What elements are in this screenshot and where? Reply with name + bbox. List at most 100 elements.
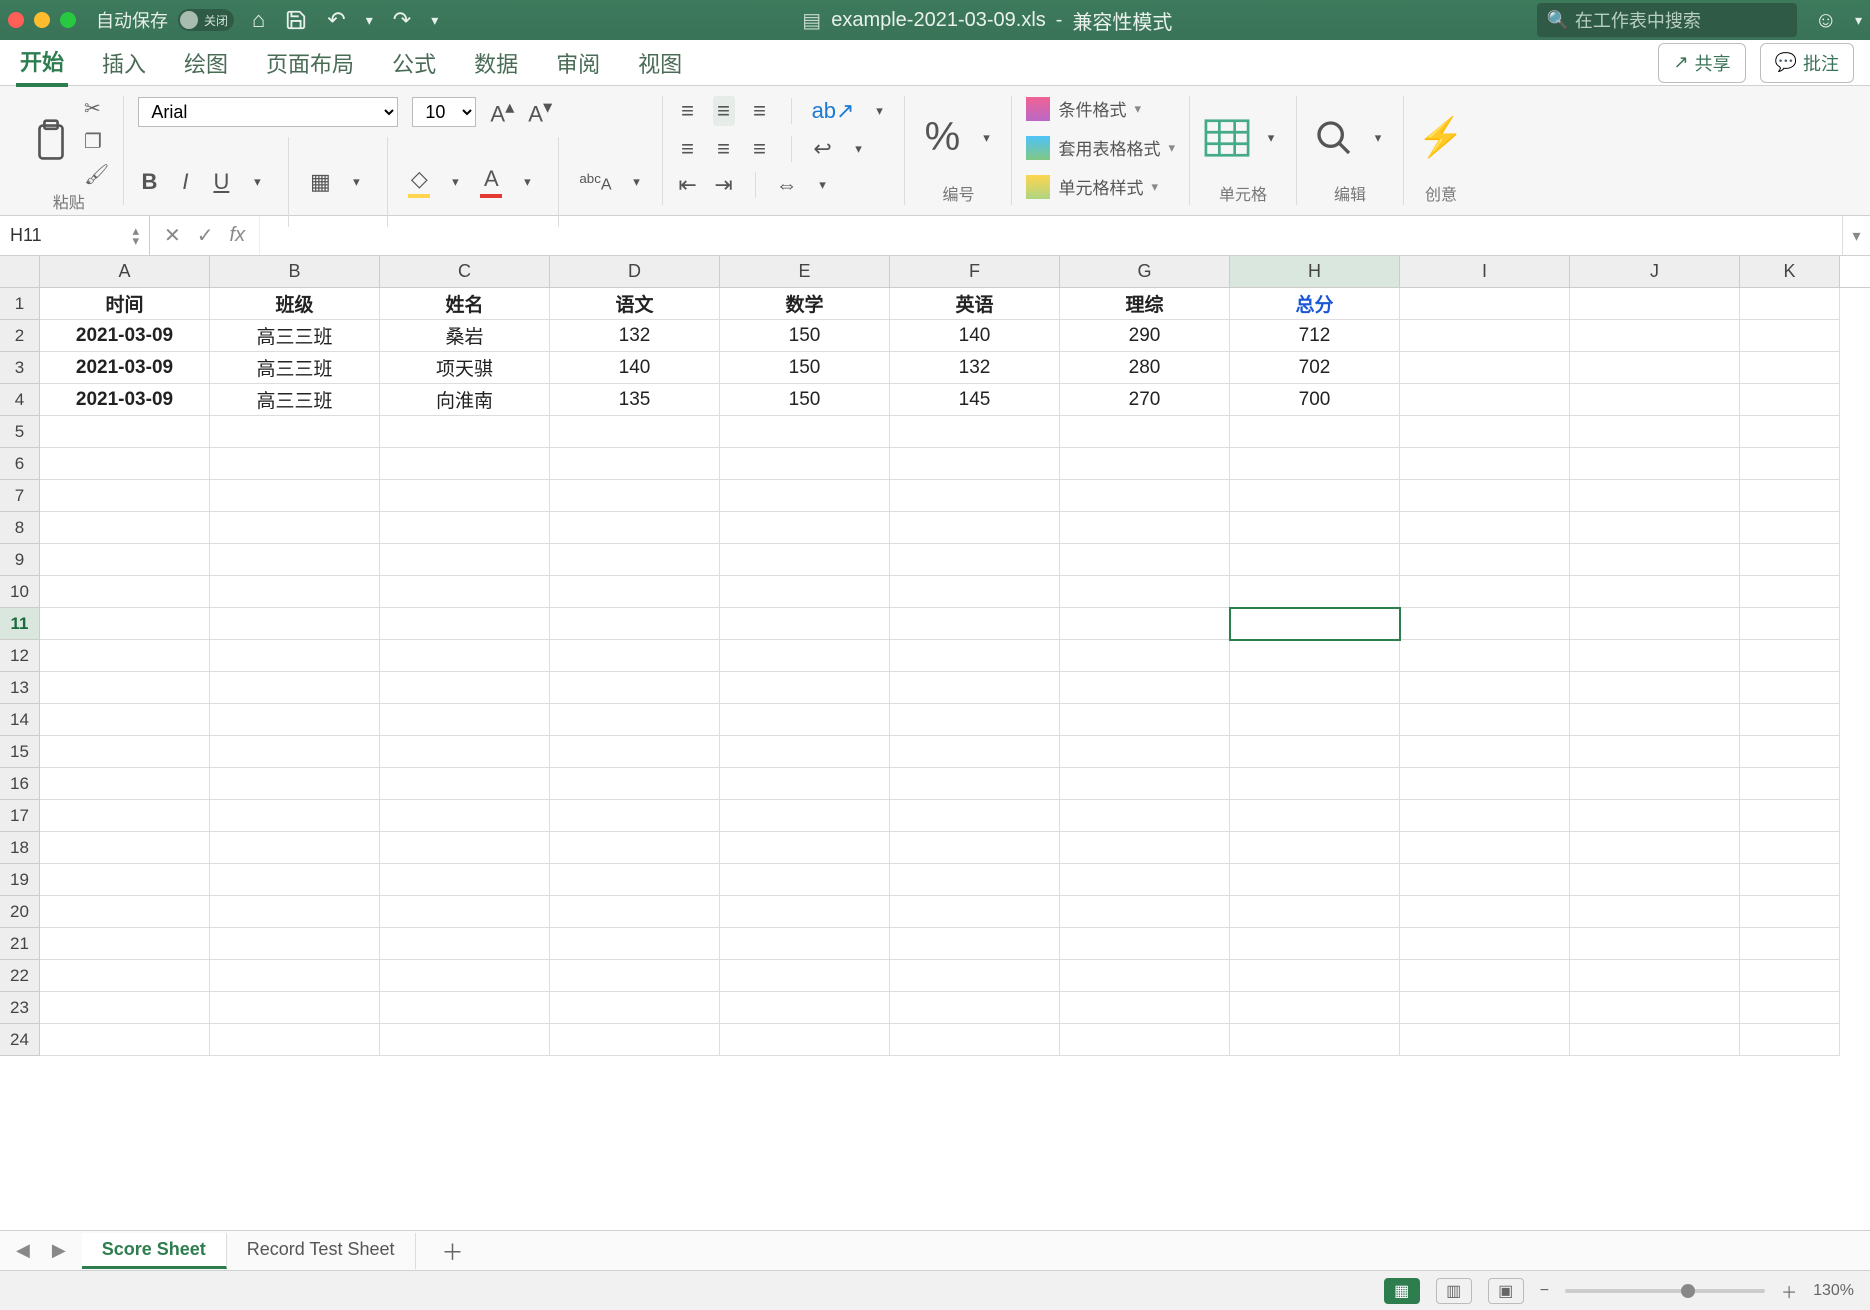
cell[interactable]	[1740, 384, 1840, 416]
cell[interactable]	[1400, 416, 1570, 448]
cell[interactable]	[1570, 864, 1740, 896]
cell[interactable]	[1230, 768, 1400, 800]
cell[interactable]	[550, 864, 720, 896]
account-icon[interactable]: ☺	[1815, 7, 1837, 33]
cell[interactable]	[1570, 768, 1740, 800]
zoom-out-button[interactable]: −	[1540, 1282, 1549, 1300]
cell[interactable]	[890, 928, 1060, 960]
cell[interactable]	[210, 960, 380, 992]
cell[interactable]	[1400, 896, 1570, 928]
cell[interactable]	[1400, 864, 1570, 896]
cell[interactable]	[1740, 736, 1840, 768]
cell[interactable]	[380, 576, 550, 608]
zoom-in-button[interactable]: ＋	[1781, 1279, 1797, 1303]
cell[interactable]	[1740, 480, 1840, 512]
row-header-8[interactable]: 8	[0, 512, 40, 544]
merge-dropdown-icon[interactable]: ▾	[812, 177, 834, 193]
cell[interactable]	[1740, 928, 1840, 960]
cell[interactable]	[1570, 992, 1740, 1024]
cell[interactable]	[1400, 448, 1570, 480]
cell[interactable]	[380, 512, 550, 544]
share-button[interactable]: ↗ 共享	[1658, 43, 1745, 83]
cell[interactable]	[720, 928, 890, 960]
cell[interactable]	[720, 864, 890, 896]
cell[interactable]	[1060, 416, 1230, 448]
cell[interactable]	[380, 992, 550, 1024]
tab-insert[interactable]: 插入	[98, 41, 150, 85]
cell[interactable]	[550, 416, 720, 448]
page-layout-view-button[interactable]: ▥	[1436, 1278, 1472, 1304]
cell[interactable]: 总分	[1230, 288, 1400, 320]
fill-color-dropdown-icon[interactable]: ▾	[444, 174, 466, 190]
cell[interactable]	[890, 544, 1060, 576]
cell[interactable]	[1570, 1024, 1740, 1056]
row-header-14[interactable]: 14	[0, 704, 40, 736]
cell[interactable]	[1740, 672, 1840, 704]
row-header-22[interactable]: 22	[0, 960, 40, 992]
cell[interactable]	[210, 736, 380, 768]
cell[interactable]	[1740, 320, 1840, 352]
cell[interactable]	[40, 1024, 210, 1056]
cell[interactable]	[890, 416, 1060, 448]
cell[interactable]	[890, 704, 1060, 736]
cell[interactable]	[380, 704, 550, 736]
home-icon[interactable]: ⌂	[252, 7, 265, 33]
copy-icon[interactable]: ❐	[84, 129, 109, 154]
cell[interactable]	[40, 480, 210, 512]
cell[interactable]	[1230, 1024, 1400, 1056]
cell[interactable]	[1230, 960, 1400, 992]
cell[interactable]	[550, 672, 720, 704]
cell[interactable]	[720, 416, 890, 448]
cell[interactable]	[1570, 640, 1740, 672]
cell[interactable]	[720, 736, 890, 768]
cell[interactable]	[1060, 704, 1230, 736]
cell[interactable]	[40, 416, 210, 448]
cell[interactable]	[1740, 800, 1840, 832]
cell[interactable]	[40, 448, 210, 480]
cell[interactable]	[1230, 448, 1400, 480]
cell[interactable]	[550, 608, 720, 640]
cell[interactable]	[40, 736, 210, 768]
cell[interactable]	[380, 544, 550, 576]
cell[interactable]	[1400, 992, 1570, 1024]
cell[interactable]: 理综	[1060, 288, 1230, 320]
formula-expand-icon[interactable]: ▾	[1842, 216, 1870, 255]
cell[interactable]: 高三三班	[210, 320, 380, 352]
autosave-control[interactable]: 自动保存 关闭	[96, 7, 234, 33]
cell[interactable]	[550, 960, 720, 992]
cell[interactable]	[40, 928, 210, 960]
cell[interactable]	[720, 640, 890, 672]
cell[interactable]: 2021-03-09	[40, 352, 210, 384]
sheet-nav-next-icon[interactable]: ▶	[46, 1240, 72, 1261]
column-header-G[interactable]: G	[1060, 256, 1230, 287]
cut-icon[interactable]: ✂	[84, 96, 109, 121]
cell[interactable]	[1400, 640, 1570, 672]
editing-dropdown-icon[interactable]: ▾	[1367, 130, 1389, 146]
cell[interactable]	[720, 1024, 890, 1056]
sheet-tab[interactable]: Score Sheet	[82, 1233, 227, 1269]
tab-home[interactable]: 开始	[16, 39, 68, 87]
cell[interactable]	[1570, 320, 1740, 352]
cell[interactable]: 135	[550, 384, 720, 416]
cell[interactable]	[1570, 800, 1740, 832]
cell[interactable]	[550, 896, 720, 928]
cell[interactable]: 150	[720, 352, 890, 384]
cell[interactable]	[1230, 480, 1400, 512]
cell[interactable]: 姓名	[380, 288, 550, 320]
column-header-A[interactable]: A	[40, 256, 210, 287]
cell[interactable]	[380, 736, 550, 768]
cell[interactable]	[1400, 384, 1570, 416]
row-header-13[interactable]: 13	[0, 672, 40, 704]
border-dropdown-icon[interactable]: ▾	[345, 174, 367, 190]
cells-dropdown-icon[interactable]: ▾	[1260, 130, 1282, 146]
row-header-4[interactable]: 4	[0, 384, 40, 416]
cell[interactable]	[890, 864, 1060, 896]
cell[interactable]: 桑岩	[380, 320, 550, 352]
cell[interactable]	[1060, 448, 1230, 480]
zoom-slider[interactable]	[1565, 1289, 1765, 1293]
cell[interactable]	[1230, 416, 1400, 448]
cell[interactable]	[890, 736, 1060, 768]
font-name-select[interactable]: Arial	[138, 97, 398, 127]
cell[interactable]	[1740, 576, 1840, 608]
cell[interactable]: 高三三班	[210, 384, 380, 416]
